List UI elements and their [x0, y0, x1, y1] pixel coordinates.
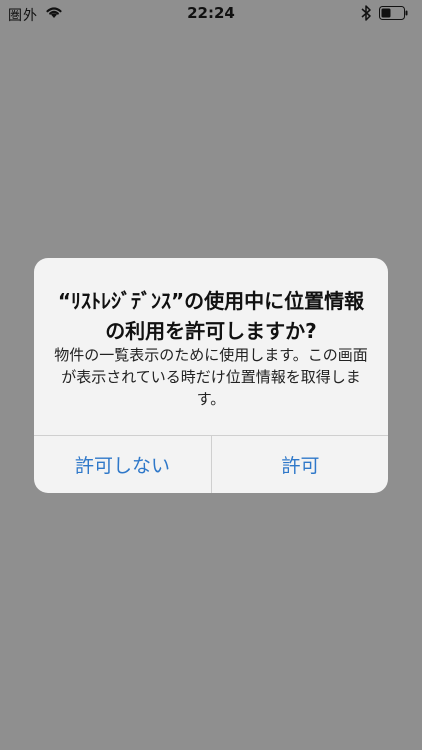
- screen: 圏外 22:24 “ﾘｽﾄﾚｼﾞﾃﾞﾝｽ”の使用中に位置情報の利用を許可しますか…: [0, 0, 422, 750]
- deny-location-button[interactable]: 許可しない: [34, 436, 211, 493]
- status-bar: 圏外 22:24: [0, 0, 422, 28]
- status-time: 22:24: [187, 4, 235, 22]
- location-permission-alert: “ﾘｽﾄﾚｼﾞﾃﾞﾝｽ”の使用中に位置情報の利用を許可しますか? 物件の一覧表示…: [34, 258, 388, 493]
- bluetooth-icon: [361, 5, 371, 21]
- battery-icon: [379, 6, 408, 20]
- alert-title: “ﾘｽﾄﾚｼﾞﾃﾞﾝｽ”の使用中に位置情報の利用を許可しますか?: [57, 289, 365, 343]
- alert-message: 物件の一覧表示のために使用します。この画面が表示されている時だけ位置情報を取得し…: [54, 346, 368, 408]
- allow-location-button[interactable]: 許可: [212, 436, 388, 493]
